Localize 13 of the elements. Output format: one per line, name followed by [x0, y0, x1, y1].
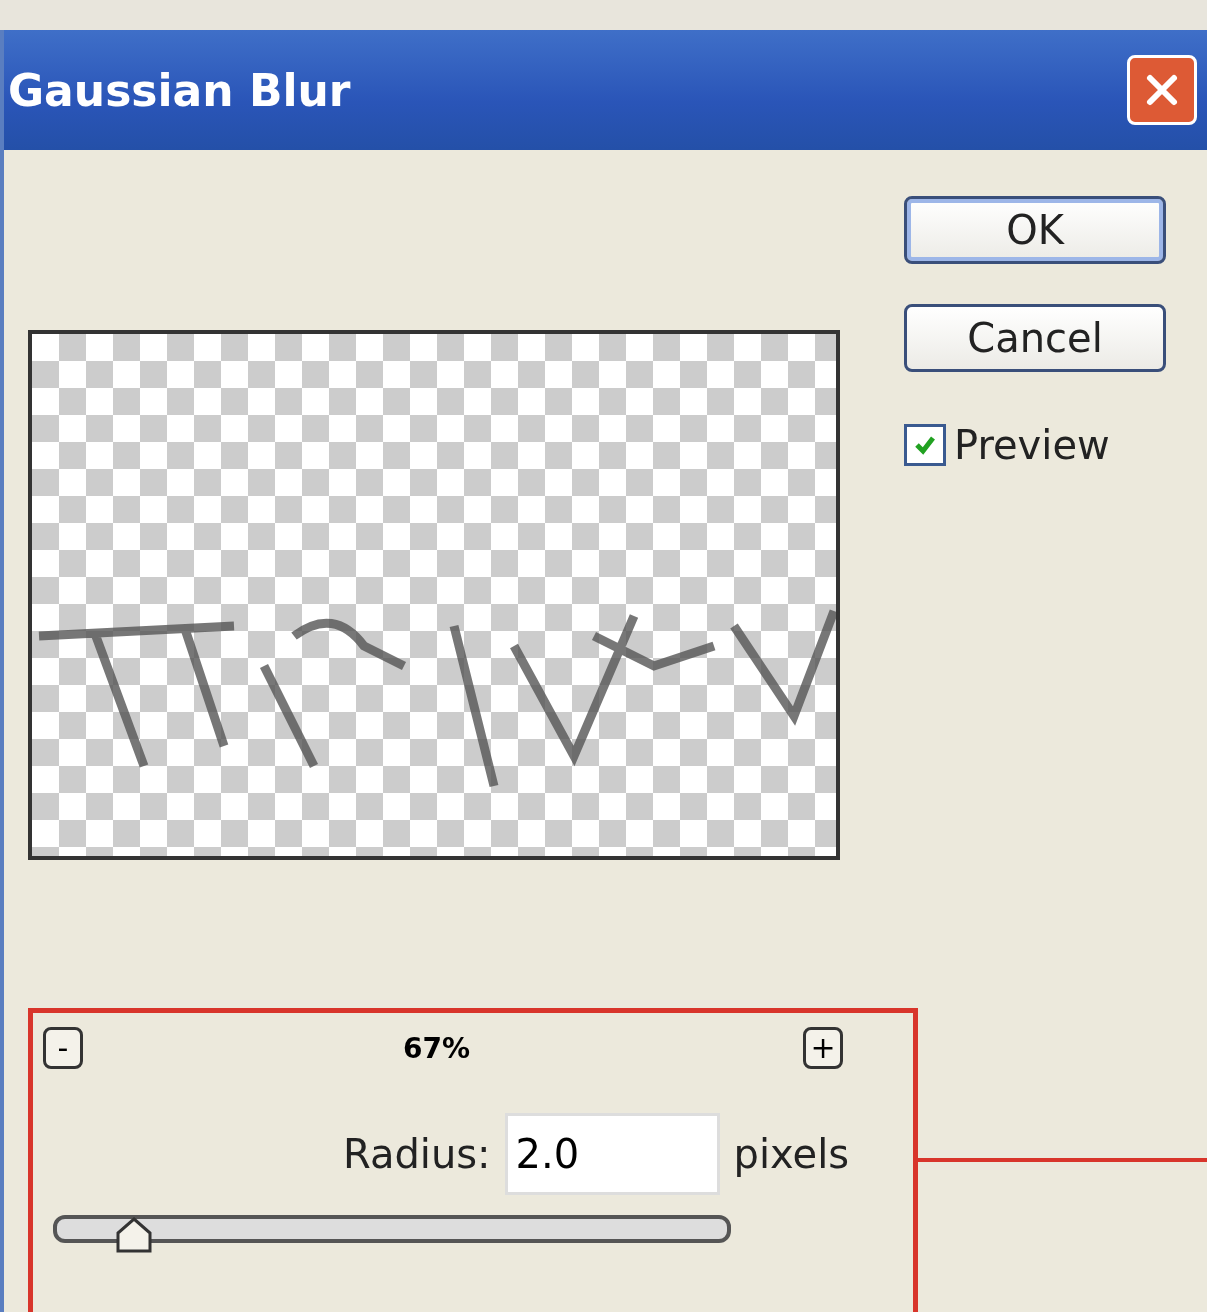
unit-label: pixels: [733, 1131, 850, 1177]
dialog-button[interactable]: Cancel: [904, 304, 1166, 372]
dialog-button[interactable]: OK: [904, 196, 1166, 264]
zoom-out-button[interactable]: -: [43, 1027, 83, 1069]
close-button[interactable]: [1127, 55, 1197, 125]
zoom-level: 67%: [402, 1031, 471, 1065]
zoom-in-button[interactable]: +: [803, 1027, 843, 1069]
slider-thumb[interactable]: [114, 1217, 154, 1253]
window-title: Gaussian Blur: [8, 64, 351, 116]
radius-label: Radius:: [343, 1131, 491, 1177]
close-icon: [1145, 73, 1179, 107]
radius-field[interactable]: 2.0: [504, 1113, 720, 1195]
preview-checkbox[interactable]: Preview: [904, 422, 1166, 468]
